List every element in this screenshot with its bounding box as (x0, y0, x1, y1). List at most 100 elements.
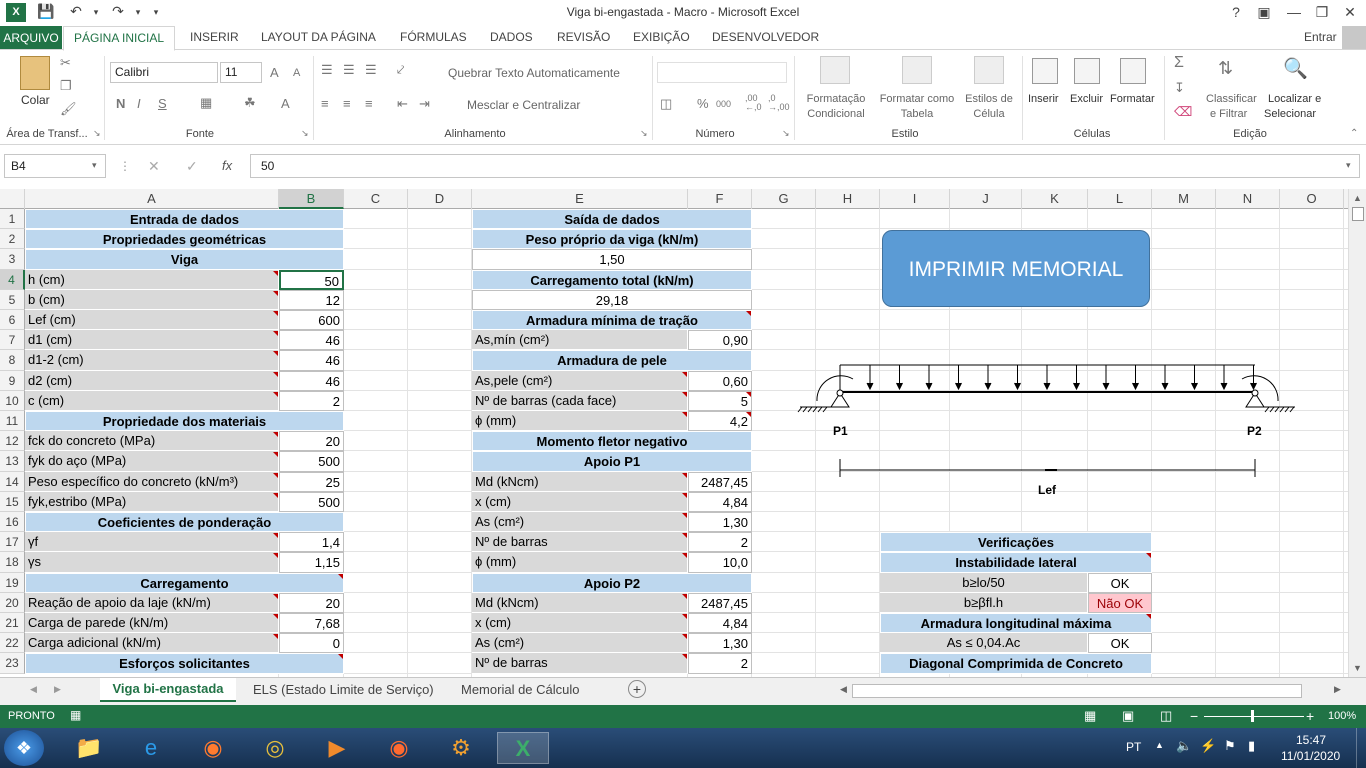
compressed-diagonal-header[interactable]: Diagonal Comprimida de Concreto (880, 653, 1152, 674)
output-label[interactable]: x (cm) (472, 492, 688, 512)
media-player-icon[interactable]: ▶ (315, 732, 359, 764)
input-value-cell[interactable]: 500 (279, 451, 344, 472)
cut-icon[interactable]: ✂ (60, 55, 71, 71)
align-center-icon[interactable]: ≡ (343, 96, 351, 111)
format-painter-icon[interactable]: 🖌 (60, 101, 77, 117)
tray-arrow-icon[interactable]: ▲ (1155, 740, 1164, 750)
row-header-13[interactable]: 13 (0, 451, 25, 472)
wrap-text-button[interactable]: Quebrar Texto Automaticamente (448, 66, 620, 80)
cell-styles-label-2[interactable]: Célula (958, 108, 1020, 120)
select-all-corner[interactable] (0, 189, 25, 209)
firefox-icon[interactable]: ◉ (191, 732, 235, 764)
format-table-label-2[interactable]: Tabela (874, 108, 960, 120)
output-label[interactable]: Nº de barras (cada face) (472, 391, 688, 411)
output-value-cell[interactable]: 1,30 (688, 633, 752, 653)
row-header-17[interactable]: 17 (0, 532, 25, 552)
settings-app-icon[interactable]: ⚙ (439, 732, 483, 764)
col-header-l[interactable]: L (1088, 189, 1152, 209)
avatar[interactable] (1342, 26, 1366, 50)
insert-function-icon[interactable]: fx (222, 158, 232, 173)
fill-color-icon[interactable]: ☘ (244, 95, 256, 111)
tab-layout[interactable]: LAYOUT DA PÁGINA (261, 30, 376, 44)
output-value-cell[interactable]: 0,90 (688, 330, 752, 350)
normal-view-icon[interactable]: ▦ (1084, 708, 1096, 724)
scroll-thumb[interactable] (1352, 207, 1364, 221)
action-center-icon[interactable]: ⚑ (1224, 738, 1236, 754)
materials-header[interactable]: Propriedade dos materiais (25, 411, 344, 431)
input-value-cell[interactable]: 1,15 (279, 552, 344, 573)
align-bottom-icon[interactable]: ☰ (365, 62, 377, 78)
support-p1-header[interactable]: Apoio P1 (472, 451, 752, 472)
max-reinforcement-header[interactable]: Armadura longitudinal máxima (880, 613, 1152, 633)
cond-format-label-1[interactable]: Formatação (802, 93, 870, 105)
row-header-2[interactable]: 2 (0, 229, 25, 249)
output-label[interactable]: As (cm²) (472, 512, 688, 532)
input-label[interactable]: fyk do aço (MPa) (25, 451, 279, 472)
col-header-c[interactable]: C (344, 189, 408, 209)
hscroll-left-icon[interactable]: ◀ (840, 684, 847, 695)
output-label[interactable]: x (cm) (472, 613, 688, 633)
minimize-button[interactable]: — (1280, 2, 1308, 24)
coefficients-header[interactable]: Coeficientes de ponderação (25, 512, 344, 532)
output-value-cell[interactable]: 4,2 (688, 411, 752, 431)
align-left-icon[interactable]: ≡ (321, 96, 329, 111)
horizontal-scrollbar[interactable] (852, 684, 1302, 698)
verification-status[interactable]: OK (1088, 633, 1152, 653)
negative-moment-header[interactable]: Momento fletor negativo (472, 431, 752, 451)
cell-styles-icon[interactable] (974, 56, 1004, 84)
input-label[interactable]: d2 (cm) (25, 371, 279, 391)
ribbon-display-icon[interactable]: ▣ (1250, 2, 1278, 24)
conditional-format-icon[interactable] (820, 56, 850, 84)
scroll-down-icon[interactable]: ▼ (1353, 663, 1362, 673)
clipboard-launcher-icon[interactable]: ↘ (93, 128, 101, 139)
font-color-button[interactable]: A (281, 96, 290, 111)
new-sheet-icon[interactable]: + (628, 680, 646, 698)
borders-icon[interactable]: ▦ (200, 95, 212, 111)
col-header-f[interactable]: F (688, 189, 752, 209)
number-launcher-icon[interactable]: ↘ (782, 128, 790, 139)
italic-button[interactable]: I (137, 96, 141, 111)
zoom-out-icon[interactable]: − (1190, 708, 1198, 724)
worksheet-grid[interactable]: A B C D E F G H I J K L M N O 1234567891… (0, 189, 1348, 677)
font-name-select[interactable]: Calibri (110, 62, 218, 83)
format-table-icon[interactable] (902, 56, 932, 84)
underline-button[interactable]: S (158, 96, 167, 111)
sort-filter-label-1[interactable]: Classificar (1206, 93, 1257, 105)
help-button[interactable]: ? (1222, 2, 1250, 24)
total-load-value[interactable]: 29,18 (472, 290, 752, 310)
input-label[interactable]: γf (25, 532, 279, 552)
decimal-decrease-button[interactable]: ,0 →,00 (768, 94, 790, 112)
input-label[interactable]: fyk,estribo (MPa) (25, 492, 279, 512)
input-value-cell[interactable]: 7,68 (279, 613, 344, 633)
input-label[interactable]: Carga adicional (kN/m) (25, 633, 279, 653)
loads-header[interactable]: Carregamento (25, 573, 344, 593)
row-header-10[interactable]: 10 (0, 391, 25, 411)
row-header-22[interactable]: 22 (0, 633, 25, 653)
output-label[interactable]: Md (kNcm) (472, 593, 688, 613)
skin-reinforcement-header[interactable]: Armadura de pele (472, 350, 752, 371)
internet-explorer-icon[interactable]: e (129, 732, 173, 764)
row-header-5[interactable]: 5 (0, 290, 25, 310)
sort-filter-icon[interactable]: ⇅ (1218, 58, 1233, 79)
input-value-cell[interactable]: 2 (279, 391, 344, 411)
input-value-cell[interactable]: 600 (279, 310, 344, 330)
alignment-launcher-icon[interactable]: ↘ (640, 128, 648, 139)
col-header-k[interactable]: K (1022, 189, 1088, 209)
align-middle-icon[interactable]: ☰ (343, 62, 355, 78)
output-value-cell[interactable]: 2 (688, 653, 752, 674)
input-label[interactable]: fck do concreto (MPa) (25, 431, 279, 451)
col-header-d[interactable]: D (408, 189, 472, 209)
sheet-prev-icon[interactable]: ◀ (30, 684, 37, 695)
col-header-h[interactable]: H (816, 189, 880, 209)
row-header-11[interactable]: 11 (0, 411, 25, 431)
geo-props-header[interactable]: Propriedades geométricas (25, 229, 344, 249)
format-cells-icon[interactable] (1120, 58, 1146, 84)
input-label[interactable]: b (cm) (25, 290, 279, 310)
input-label[interactable]: c (cm) (25, 391, 279, 411)
network-icon[interactable]: ▮ (1248, 738, 1255, 754)
row-header-20[interactable]: 20 (0, 593, 25, 613)
output-value-cell[interactable]: 5 (688, 391, 752, 411)
col-header-e[interactable]: E (472, 189, 688, 209)
viga-header[interactable]: Viga (25, 249, 344, 270)
input-value-cell[interactable]: 46 (279, 371, 344, 391)
